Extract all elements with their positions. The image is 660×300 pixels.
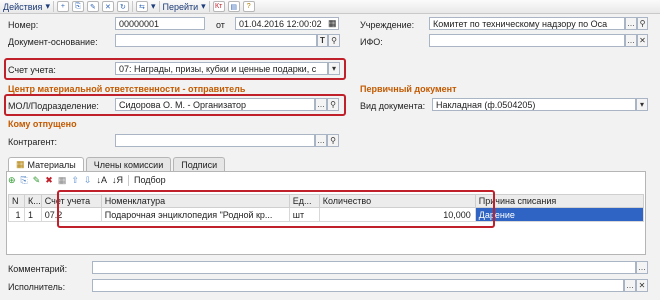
highlight-mol [4, 94, 346, 116]
grid-icon[interactable]: ▦ [58, 175, 67, 185]
doc-type-label: Вид документа: [360, 101, 426, 111]
highlight-account [4, 58, 346, 80]
ellipsis-button[interactable]: … [625, 17, 637, 30]
refresh-icon[interactable]: ↻ [116, 1, 129, 12]
help-icon[interactable]: ? [242, 1, 255, 12]
tab-materials[interactable]: ▦ Материалы [8, 157, 84, 171]
calendar-icon[interactable]: ▦ [328, 18, 337, 29]
clear-icon[interactable]: ✕ [636, 279, 648, 292]
col-header-k[interactable]: К... [24, 194, 42, 208]
contractor-field[interactable] [115, 134, 315, 147]
structure-icon[interactable]: ⇆ [135, 1, 148, 12]
search-icon[interactable]: ⚲ [328, 34, 340, 47]
delete-icon[interactable]: ✕ [101, 1, 114, 12]
tab-commission[interactable]: Члены комиссии [85, 157, 172, 171]
goto-dropdown-icon[interactable]: ▾ [201, 1, 206, 12]
actions-dropdown-icon[interactable]: ▾ [45, 1, 50, 12]
tab-signatures[interactable]: Подписи [173, 157, 226, 171]
report-icon[interactable]: ▤ [227, 1, 240, 12]
actions-menu[interactable]: Действия [3, 2, 42, 12]
toolbar-separator [52, 1, 54, 12]
executor-label: Исполнитель: [8, 282, 66, 292]
copy-icon[interactable]: ⎘ [71, 1, 84, 12]
ifo-field[interactable] [429, 34, 625, 47]
copy-row-icon[interactable]: ⎘ [21, 175, 28, 185]
tab-bar: ▦ Материалы Члены комиссии Подписи [8, 157, 226, 171]
cell-reason[interactable]: Дарение [474, 207, 645, 222]
institution-label: Учреждение: [360, 20, 415, 30]
cell-n[interactable]: 1 [8, 207, 25, 222]
ellipsis-button[interactable]: … [315, 134, 327, 147]
type-t-button[interactable]: T [317, 34, 328, 47]
contractor-label: Контрагент: [8, 137, 58, 147]
comment-label: Комментарий: [8, 264, 68, 274]
add-row-icon[interactable]: ⊕ [8, 175, 16, 185]
toolbar-separator [158, 1, 160, 12]
number-label: Номер: [8, 20, 39, 30]
section-center: Центр материальной ответственности - отп… [8, 84, 246, 94]
ellipsis-button[interactable]: … [636, 261, 648, 274]
table-icon: ▦ [16, 159, 25, 169]
sort-desc-icon[interactable]: ↓Я [112, 175, 123, 185]
toolbar-separator [208, 1, 210, 12]
main-toolbar: Действия ▾ + ⎘ ✎ ✕ ↻ ⇆ ▾ Перейти ▾ Кт ▤ … [0, 0, 660, 14]
postings-icon[interactable]: Кт [212, 1, 225, 12]
ellipsis-button[interactable]: … [624, 279, 636, 292]
add-icon[interactable]: + [56, 1, 69, 12]
clear-icon[interactable]: ✕ [637, 34, 648, 47]
edit-row-icon[interactable]: ✎ [33, 175, 41, 185]
move-down-icon[interactable]: ⇩ [84, 175, 92, 185]
basis-label: Документ-основание: [8, 37, 98, 47]
goto-menu[interactable]: Перейти [163, 2, 199, 12]
ellipsis-button[interactable]: … [625, 34, 637, 47]
cell-k[interactable]: 1 [24, 207, 42, 222]
delete-row-icon[interactable]: ✖ [45, 175, 53, 185]
date-field[interactable]: 01.04.2016 12:00:02 [235, 17, 339, 30]
toolbar-separator [131, 1, 133, 12]
number-field[interactable]: 00000001 [115, 17, 205, 30]
doc-type-field[interactable]: Накладная (ф.0504205) [432, 98, 636, 111]
from-label: от [216, 20, 225, 30]
comment-field[interactable] [92, 261, 636, 274]
panel-toolbar: ⊕ ⎘ ✎ ✖ ▦ ⇧ ⇩ ↓A ↓Я Подбор [8, 174, 166, 186]
structure-dropdown-icon[interactable]: ▾ [151, 1, 156, 12]
tab-label: Материалы [27, 159, 76, 170]
basis-field[interactable] [115, 34, 317, 47]
highlight-table-row [57, 190, 495, 228]
search-icon[interactable]: ⚲ [327, 134, 339, 147]
edit-icon[interactable]: ✎ [86, 1, 99, 12]
search-icon[interactable]: ⚲ [637, 17, 648, 30]
chevron-down-icon[interactable]: ▾ [636, 98, 648, 111]
section-primary-doc: Первичный документ [360, 84, 457, 94]
selection-button[interactable]: Подбор [134, 175, 166, 185]
ifo-label: ИФО: [360, 37, 383, 47]
col-header-n[interactable]: N [8, 194, 25, 208]
executor-field[interactable] [92, 279, 624, 292]
col-header-reason[interactable]: Причина списания [474, 194, 645, 208]
move-up-icon[interactable]: ⇧ [71, 175, 79, 185]
toolbar-separator [127, 174, 129, 186]
sort-asc-icon[interactable]: ↓A [96, 175, 107, 185]
section-recipient: Кому отпущено [8, 119, 77, 129]
institution-field[interactable]: Комитет по техническому надзору по Оса [429, 17, 625, 30]
